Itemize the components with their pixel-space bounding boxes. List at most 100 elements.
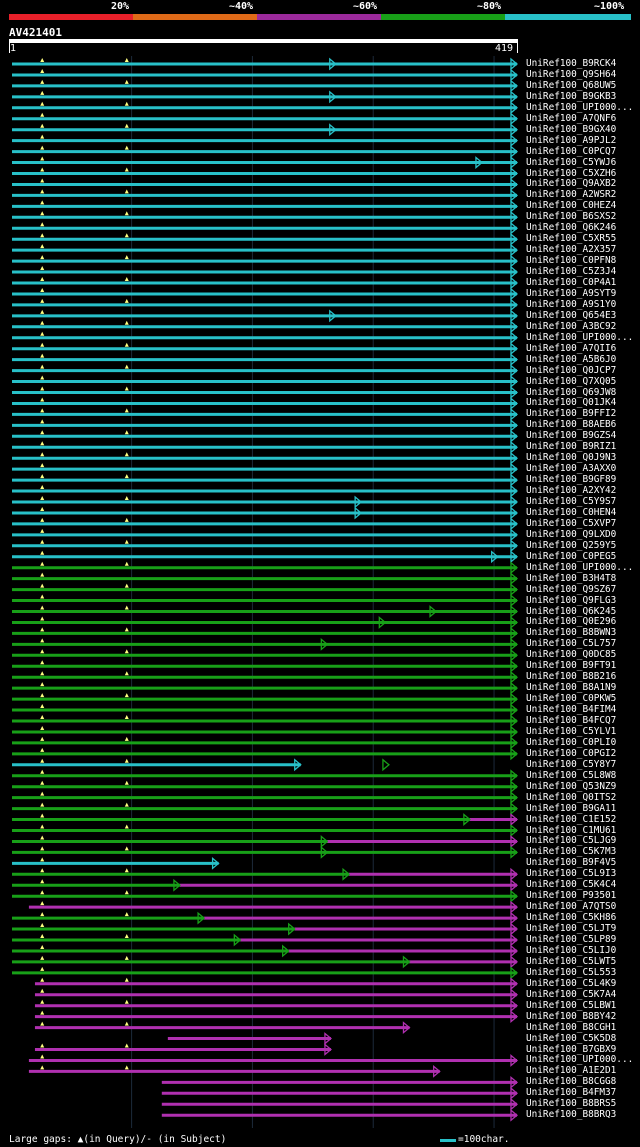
hit-label[interactable]: UniRef100_A2XY42 [526,486,616,496]
hit-label[interactable]: UniRef100_B8B216 [526,672,616,682]
hit-label[interactable]: UniRef100_C0HEN4 [526,507,616,518]
hit-label[interactable]: UniRef100_Q6K245 [526,606,616,617]
hit-label[interactable]: UniRef100_Q0JCP7 [526,365,616,376]
hit-label[interactable]: UniRef100_A7QNF6 [526,113,616,124]
hit-label[interactable]: UniRef100_B8CGH1 [526,1022,616,1033]
hit-label[interactable]: UniRef100_A3BC92 [526,321,616,332]
hit-label[interactable]: UniRef100_A7QTS0 [526,902,616,912]
hit-label[interactable]: UniRef100_C0PGI2 [526,748,616,759]
hit-label[interactable]: UniRef100_Q6K246 [526,223,616,233]
hit-label[interactable]: UniRef100_Q68UW5 [526,80,616,91]
hit-label[interactable]: UniRef100_C5LJT9 [526,924,616,934]
hit-label[interactable]: UniRef100_Q9FLG3 [526,595,616,606]
hit-label[interactable]: UniRef100_B4FM37 [526,1088,616,1098]
hit-label[interactable]: UniRef100_B9FFI2 [526,409,616,419]
hit-label[interactable]: UniRef100_C5K4C4 [526,880,616,890]
gap-marker [40,999,45,1004]
hit-label[interactable]: UniRef100_B8A1N9 [526,683,616,693]
hit-label[interactable]: UniRef100_C5KH86 [526,913,616,923]
hit-label[interactable]: UniRef100_C5LP89 [526,935,616,945]
hit-label[interactable]: UniRef100_B8CGG8 [526,1077,616,1087]
hit-label[interactable]: UniRef100_Q9LXD0 [526,529,616,540]
hit-label[interactable]: UniRef100_C5LBW1 [526,1000,616,1011]
hit-label[interactable]: UniRef100_C5XVP7 [526,518,616,529]
gap-marker [40,539,45,544]
hit-label[interactable]: UniRef100_C5K7M3 [526,847,616,857]
hit-label[interactable]: UniRef100_C0PFN8 [526,256,616,266]
hit-label[interactable]: UniRef100_B4FIM4 [526,705,616,715]
hit-label[interactable]: UniRef100_C5LWT5 [526,956,616,967]
hit-label[interactable]: UniRef100_C5XR55 [526,234,616,244]
hit-label[interactable]: UniRef100_C5L8W8 [526,770,616,781]
hit-label[interactable]: UniRef100_C0PEG5 [526,551,616,562]
hit-label[interactable]: UniRef100_Q0ITS2 [526,792,616,803]
hit-label[interactable]: UniRef100_Q01JK4 [526,398,616,408]
hit-label[interactable]: UniRef100_Q0DC85 [526,650,616,660]
hit-label[interactable]: UniRef100_UPI000... [526,1055,633,1065]
hit-label[interactable]: UniRef100_B8BY42 [526,1011,616,1022]
hit-label[interactable]: UniRef100_C0PLI0 [526,737,616,748]
hit-label[interactable]: UniRef100_P93501 [526,891,616,901]
hit-label[interactable]: UniRef100_B8BRS5 [526,1099,616,1109]
hit-label[interactable]: UniRef100_C5Y8Y7 [526,759,616,770]
hit-label[interactable]: UniRef100_C5YLV1 [526,726,616,737]
hit-label[interactable]: UniRef100_B9GX40 [526,124,616,135]
gap-marker [40,496,45,500]
hit-label[interactable]: UniRef100_Q7XQ05 [526,376,616,387]
hit-label[interactable]: UniRef100_Q0E296 [526,617,616,627]
hit-label[interactable]: UniRef100_B9RIZ1 [526,442,616,452]
hit-label[interactable]: UniRef100_C5K5D8 [526,1033,616,1044]
hit-label[interactable]: UniRef100_C5L757 [526,639,616,649]
hit-label[interactable]: UniRef100_C0PCQ7 [526,146,616,157]
hit-label[interactable]: UniRef100_B3H4T8 [526,573,616,584]
hit-label[interactable]: UniRef100_A1E2D1 [526,1066,616,1076]
hit-label[interactable]: UniRef100_C1E152 [526,814,616,825]
hit-label[interactable]: UniRef100_Q53NZ9 [526,781,616,792]
hit-label[interactable]: UniRef100_B8AEB6 [526,420,616,430]
hit-label[interactable]: UniRef100_A9S1Y0 [526,299,616,310]
hit-label[interactable]: UniRef100_C1MU61 [526,825,616,836]
hit-label[interactable]: UniRef100_C5YWJ6 [526,157,616,168]
hit-label[interactable]: UniRef100_C5L4K9 [526,978,616,989]
hit-label[interactable]: UniRef100_B6SXS2 [526,212,616,222]
hit-label[interactable]: UniRef100_B9F4V5 [526,858,616,868]
hit-label[interactable]: UniRef100_B9GA11 [526,803,616,814]
hit-label[interactable]: UniRef100_C0P4A1 [526,278,616,288]
hit-label[interactable]: UniRef100_Q654E3 [526,310,616,321]
hit-label[interactable]: UniRef100_B8BWN3 [526,628,616,638]
hit-label[interactable]: UniRef100_C0HEZ4 [526,201,616,211]
hit-label[interactable]: UniRef100_B9GF89 [526,475,616,485]
hit-label[interactable]: UniRef100_A3AXX0 [526,464,616,474]
hit-label[interactable]: UniRef100_Q259Y5 [526,540,616,551]
hit-label[interactable]: UniRef100_UPI000... [526,562,633,573]
hit-label[interactable]: UniRef100_C5K7A4 [526,989,616,1000]
hit-label[interactable]: UniRef100_Q9AXB2 [526,179,616,189]
hit-label[interactable]: UniRef100_Q9SH64 [526,69,616,80]
hit-label[interactable]: UniRef100_B8BRQ3 [526,1110,616,1120]
hit-label[interactable]: UniRef100_A9PJL2 [526,135,616,146]
hit-label[interactable]: UniRef100_A2WSR2 [526,190,616,200]
hit-label[interactable]: UniRef100_B9GKB3 [526,91,616,102]
hit-label[interactable]: UniRef100_A7QII6 [526,343,616,354]
hit-label[interactable]: UniRef100_B4FCQ7 [526,716,616,726]
hit-label[interactable]: UniRef100_Q0J9N3 [526,453,616,463]
hit-label[interactable]: UniRef100_Q69JW8 [526,387,616,398]
hit-label[interactable]: UniRef100_C0PKW5 [526,694,616,704]
hit-label[interactable]: UniRef100_A5B6J0 [526,354,616,365]
hit-label[interactable]: UniRef100_C5L9I3 [526,869,616,879]
hit-label[interactable]: UniRef100_B9FT91 [526,661,616,671]
hit-label[interactable]: UniRef100_C5Z3J4 [526,267,616,277]
hit-label[interactable]: UniRef100_B9GZS4 [526,431,616,441]
hit-label[interactable]: UniRef100_UPI000... [526,332,633,343]
hit-label[interactable]: UniRef100_C5XZH6 [526,168,616,179]
hit-label[interactable]: UniRef100_C5LIJ0 [526,945,616,956]
hit-label[interactable]: UniRef100_C5Y9S7 [526,497,616,507]
hit-label[interactable]: UniRef100_C5LJG9 [526,836,616,846]
hit-label[interactable]: UniRef100_A2X357 [526,245,616,255]
hit-label[interactable]: UniRef100_B9RCK4 [526,59,616,69]
hit-label[interactable]: UniRef100_C5L553 [526,967,616,978]
hit-label[interactable]: UniRef100_Q9SZ67 [526,584,616,595]
hit-label[interactable]: UniRef100_UPI000... [526,102,633,113]
hit-label[interactable]: UniRef100_B7GBX9 [526,1044,616,1055]
hit-label[interactable]: UniRef100_A9SYT9 [526,288,616,299]
